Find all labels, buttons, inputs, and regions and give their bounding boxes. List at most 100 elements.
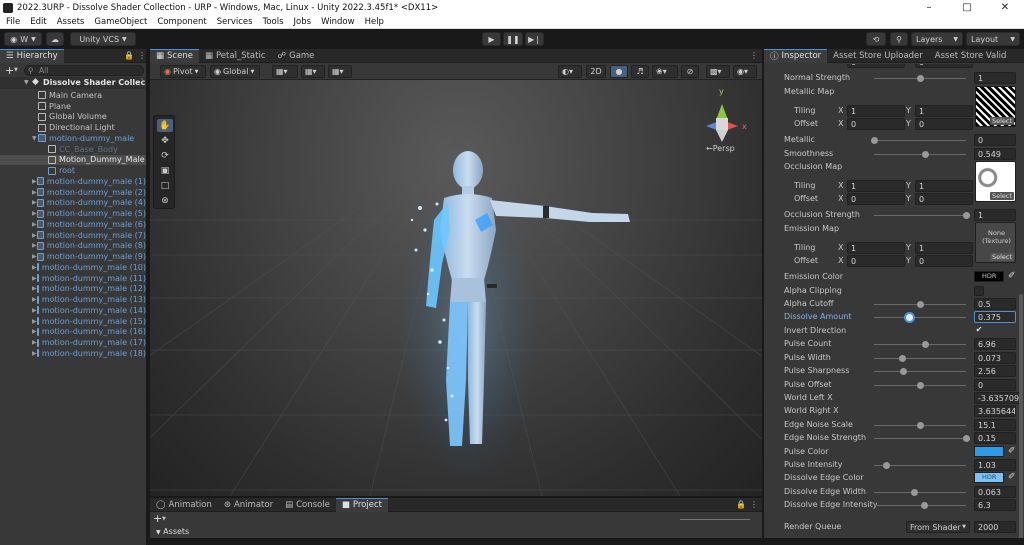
property-value-field[interactable]: 15.1 [974,419,1016,431]
gizmos-dropdown[interactable]: ◉▾ [733,65,757,78]
eyedropper-icon[interactable]: ✐ [1008,271,1016,281]
offset-x-field[interactable]: 0 [847,118,905,130]
kebab-menu-icon[interactable]: ⋮ [138,51,146,60]
slider-knob[interactable] [899,368,907,375]
alpha-clipping-checkbox[interactable] [974,286,984,296]
hierarchy-item[interactable]: ▶ motion-dummy_male (14) [0,305,146,316]
camera-dropdown[interactable]: ▩▾ [706,65,730,78]
tab-console[interactable]: ▤ Console [279,498,336,512]
toggle-2d-button[interactable]: 2D [586,65,606,78]
expand-triangle-icon[interactable]: ▶ [32,318,37,325]
slider-knob[interactable] [882,462,890,469]
eyedropper-icon[interactable]: ✐ [1008,446,1016,456]
hierarchy-item[interactable]: Plane [0,101,146,112]
rect-tool-button[interactable]: □ [157,179,173,192]
hand-tool-button[interactable]: ✋ [157,119,173,132]
tab-scene[interactable]: ▦ Scene [150,48,199,63]
property-value-field[interactable]: 1 [974,209,1016,221]
property-slider[interactable] [874,489,966,496]
hierarchy-item[interactable]: ▶ motion-dummy_male (7) [0,230,146,241]
slider-knob[interactable] [898,355,906,362]
menu-assets[interactable]: Assets [57,17,85,27]
expand-triangle-icon[interactable]: ▶ [32,285,37,292]
hierarchy-item[interactable]: ▶ motion-dummy_male (12) [0,284,146,295]
pause-button[interactable]: ❚❚ [503,32,523,46]
slider-knob[interactable] [963,212,970,219]
property-value-field[interactable]: 0.549 [974,148,1016,160]
hierarchy-item[interactable]: ▶ motion-dummy_male (18) [0,348,146,359]
property-slider[interactable] [874,435,970,442]
hierarchy-search-input[interactable]: ⚲ All [24,65,144,76]
slider-knob[interactable] [905,314,913,321]
slider-knob[interactable] [921,341,929,348]
offset-x-field[interactable]: 0 [847,64,905,68]
tab-project[interactable]: ■ Project [335,497,388,512]
dissolve-edge-color-swatch[interactable]: HDR [974,472,1004,483]
assets-folder[interactable]: ▼ Assets [156,527,189,536]
property-slider[interactable] [874,341,966,348]
offset-x-field[interactable]: 0 [847,255,905,267]
slider-knob[interactable] [917,75,924,82]
property-value-field[interactable]: 1.03 [974,459,1016,471]
property-slider[interactable] [874,368,966,375]
menu-window[interactable]: Window [321,17,355,27]
property-value-field[interactable]: 0 [974,134,1016,146]
pulse-color-swatch[interactable] [974,446,1004,457]
tab-animation[interactable]: ◯ Animation [150,498,218,512]
property-value-field[interactable]: 0.073 [974,352,1016,364]
offset-x-field[interactable]: 0 [847,193,905,205]
slider-knob[interactable] [920,502,928,509]
property-slider[interactable] [874,301,966,308]
rotate-tool-button[interactable]: ⟳ [157,149,173,162]
hierarchy-item[interactable]: ▶ motion-dummy_male (2) [0,187,146,198]
tab-game[interactable]: ☍ Game [272,49,321,63]
tab-asset-store-validator[interactable]: Asset Store Valid [929,49,1013,63]
scene-root-row[interactable]: ▼ ◆ Dissolve Shader Collec ⋮ [0,77,146,89]
hierarchy-item[interactable]: root [0,165,146,176]
tab-asset-store-uploader[interactable]: Asset Store Uploader [827,49,929,63]
maximize-button[interactable]: □ [948,2,986,13]
tiling-y-field[interactable]: 1 [915,105,973,117]
transform-tool-button[interactable]: ⊛ [157,194,173,207]
offset-y-field[interactable]: 0 [915,64,973,68]
property-value-field[interactable]: 2.56 [974,365,1016,377]
minimize-button[interactable]: – [910,2,948,13]
hidden-objects-toggle[interactable]: ⊘ [681,65,699,78]
tab-animator[interactable]: ⊛ Animator [218,498,279,512]
tiling-y-field[interactable]: 1 [915,242,973,254]
offset-y-field[interactable]: 0 [915,118,973,130]
inspector-scrollbar[interactable] [1019,294,1023,544]
property-slider[interactable] [874,502,966,509]
tiling-y-field[interactable]: 1 [915,180,973,192]
hierarchy-item[interactable]: Global Volume [0,112,146,123]
kebab-menu-icon[interactable]: ⋮ [750,500,758,509]
perspective-label[interactable]: ←Persp [706,144,735,153]
cloud-button[interactable]: ☁ [46,32,64,46]
hierarchy-item[interactable]: ▶ motion-dummy_male (6) [0,219,146,230]
project-zoom-slider[interactable] [680,519,750,520]
property-value-field[interactable]: 0.15 [974,432,1016,444]
property-value-field[interactable]: 1 [974,72,1016,84]
menu-gameobject[interactable]: GameObject [94,17,147,27]
layers-dropdown[interactable]: Layers ▼ [911,32,963,46]
property-value-field[interactable]: 0.063 [974,486,1016,498]
lock-icon[interactable]: 🔒 [736,500,746,509]
scale-tool-button[interactable]: ▣ [157,164,173,177]
menu-tools[interactable]: Tools [263,17,284,27]
slider-knob[interactable] [911,489,919,496]
expand-triangle-icon[interactable]: ▶ [32,307,37,314]
close-button[interactable]: ✕ [986,2,1024,13]
expand-triangle-icon[interactable]: ▶ [32,296,37,303]
hierarchy-item[interactable]: Motion_Dummy_Male [0,154,146,166]
property-slider[interactable] [874,151,966,158]
expand-triangle-icon[interactable]: ▶ [32,275,37,282]
audio-toggle[interactable]: ♬ [631,65,649,78]
property-value-field[interactable]: 0.375 [974,311,1016,323]
hierarchy-item[interactable]: ▶ motion-dummy_male (5) [0,208,146,219]
move-tool-button[interactable]: ✥ [157,134,173,147]
property-value-field[interactable]: 6.96 [974,338,1016,350]
tiling-x-field[interactable]: 1 [847,180,905,192]
lighting-toggle[interactable]: ● [610,65,628,78]
property-value-field[interactable]: 2000 [974,521,1016,533]
hierarchy-item[interactable]: ▶ motion-dummy_male (10) [0,262,146,273]
